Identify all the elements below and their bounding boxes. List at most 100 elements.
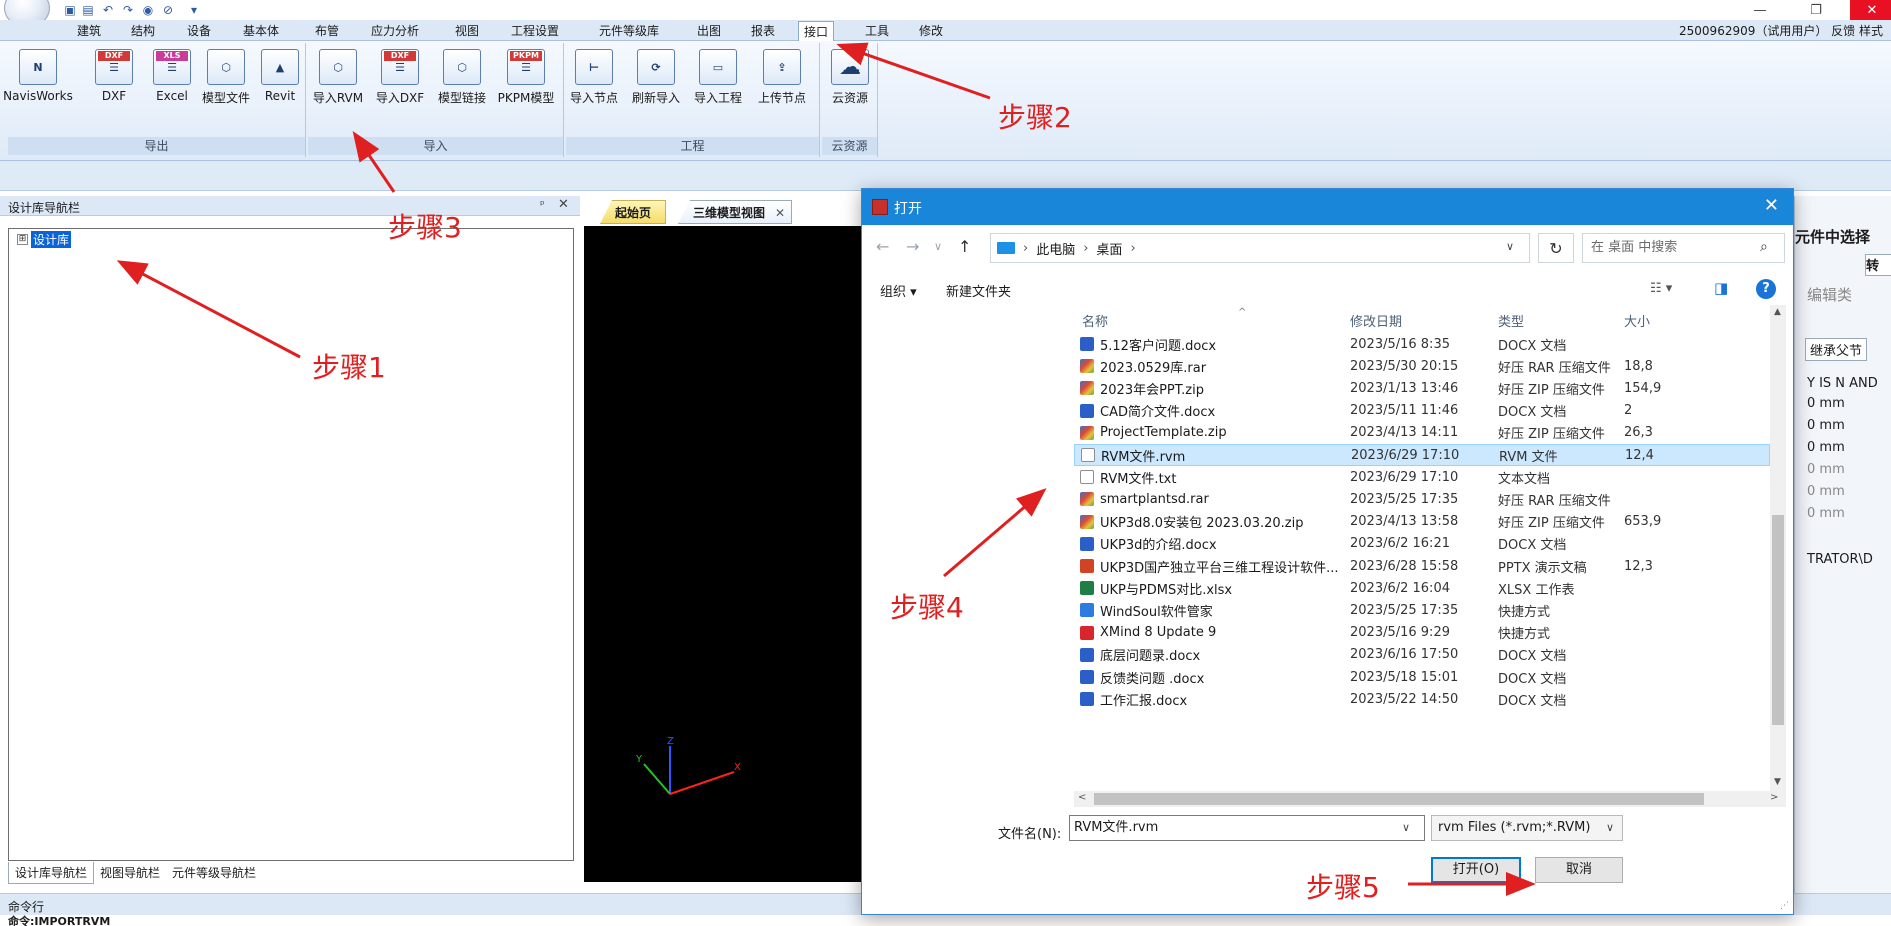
tab-view-nav[interactable]: 视图导航栏	[94, 862, 166, 884]
import-rvm-button[interactable]: ⬡ 导入RVM	[312, 49, 364, 113]
file-row[interactable]: UKP3d8.0安装包 2023.03.20.zip 2023/4/13 13:5…	[1074, 511, 1770, 533]
file-name-cell[interactable]: smartplantsd.rar	[1080, 492, 1209, 507]
file-name-cell[interactable]: 工作汇报.docx	[1080, 690, 1187, 709]
file-name-cell[interactable]: ProjectTemplate.zip	[1080, 425, 1227, 440]
tab-reports[interactable]: 报表	[746, 21, 780, 41]
user-account-area[interactable]: 2500962909（试用用户） 反馈 样式	[1679, 22, 1883, 39]
file-type-select[interactable]: rvm Files (*.rvm;*.RVM)	[1431, 815, 1623, 841]
scroll-right-icon[interactable]: >	[1770, 792, 1778, 803]
expand-icon[interactable]: ⊞	[17, 234, 28, 245]
file-name-cell[interactable]: RVM文件.rvm	[1081, 446, 1185, 465]
property-field[interactable]: 0 mm	[1807, 484, 1845, 499]
undo-icon[interactable]: ↶	[100, 2, 116, 17]
forward-icon[interactable]: →	[906, 237, 919, 256]
save-icon[interactable]: ▣	[62, 2, 78, 17]
file-row[interactable]: UKP与PDMS对比.xlsx 2023/6/2 16:04 XLSX 工作表	[1074, 577, 1770, 599]
show-icon[interactable]: ◉	[140, 2, 156, 17]
file-name-cell[interactable]: 底层问题录.docx	[1080, 645, 1200, 664]
upload-node-button[interactable]: ⇪ 上传节点	[756, 49, 808, 113]
new-folder-button[interactable]: 新建文件夹	[946, 281, 1011, 300]
close-icon[interactable]: ✕	[558, 197, 569, 212]
export-revit-button[interactable]: ▲ Revit	[254, 49, 306, 113]
file-name-cell[interactable]: UKP与PDMS对比.xlsx	[1080, 579, 1232, 598]
file-row[interactable]: 底层问题录.docx 2023/6/16 17:50 DOCX 文档	[1074, 644, 1770, 666]
file-name-cell[interactable]: WindSoul软件管家	[1080, 601, 1213, 620]
search-icon[interactable]: ⌕	[1760, 239, 1768, 255]
property-field[interactable]: Y IS N AND	[1807, 376, 1878, 391]
file-name-cell[interactable]: 反馈类问题 .docx	[1080, 668, 1204, 687]
quick-access-dropdown-icon[interactable]: ▾	[186, 2, 202, 17]
address-bar[interactable]: › 此电脑 › 桌面 ›	[990, 233, 1530, 263]
hide-icon[interactable]: ⊘	[160, 2, 176, 17]
scrollbar-thumb[interactable]	[1094, 793, 1704, 805]
column-header-size[interactable]: 大小	[1624, 311, 1650, 330]
scrollbar-thumb[interactable]	[1772, 515, 1784, 725]
filename-input[interactable]: RVM文件.rvm	[1069, 815, 1425, 841]
file-list[interactable]: 名称 ^ 修改日期 类型 大小 5.12客户问题.docx 2023/5/16 8…	[1074, 305, 1770, 807]
close-icon[interactable]: ✕	[775, 201, 785, 224]
file-name-cell[interactable]: RVM文件.txt	[1080, 468, 1176, 487]
file-row[interactable]: CAD简介文件.docx 2023/5/11 11:46 DOCX 文档 2	[1074, 400, 1770, 422]
property-field[interactable]: TRATOR\D	[1807, 552, 1873, 567]
file-name-cell[interactable]: UKP3D国产独立平台三维工程设计软件...	[1080, 557, 1339, 576]
scroll-up-icon[interactable]: ▲	[1774, 307, 1781, 317]
search-input[interactable]: 在 桌面 中搜索	[1582, 233, 1785, 263]
refresh-import-button[interactable]: ⟳ 刷新导入	[630, 49, 682, 113]
tree-node-design-library[interactable]: ⊞ 设计库	[17, 231, 72, 248]
property-field[interactable]: 0 mm	[1807, 396, 1845, 411]
export-dxf-button[interactable]: DXF ☰ DXF	[88, 49, 140, 113]
tab-project-settings[interactable]: 工程设置	[506, 21, 564, 41]
export-model-file-button[interactable]: ⬡ 模型文件	[200, 49, 252, 113]
chevron-down-icon[interactable]: ∨	[1402, 821, 1410, 834]
resize-grip-icon[interactable]: ⋰	[1780, 901, 1789, 911]
refresh-button[interactable]: ↻	[1538, 233, 1574, 263]
3d-model-viewport[interactable]: X Y Z	[584, 226, 870, 882]
tab-piping[interactable]: 布管	[310, 21, 344, 41]
model-link-button[interactable]: ⬡ 模型链接	[436, 49, 488, 113]
column-header-date[interactable]: 修改日期	[1350, 311, 1402, 330]
redo-icon[interactable]: ↷	[120, 2, 136, 17]
window-close-button[interactable]: ✕	[1850, 0, 1891, 20]
property-field[interactable]: 0 mm	[1807, 462, 1845, 477]
pin-icon[interactable]: ᵖ	[540, 198, 545, 211]
command-line-input[interactable]: 命令:IMPORTRVM	[8, 915, 1891, 926]
file-row[interactable]: 2023.0529库.rar 2023/5/30 20:15 好压 RAR 压缩文件…	[1074, 355, 1770, 377]
view-options-icon[interactable]: ☷ ▾	[1650, 281, 1672, 296]
tab-component-grade-nav[interactable]: 元件等级导航栏	[166, 862, 262, 884]
file-row[interactable]: 2023年会PPT.zip 2023/1/13 13:46 好压 ZIP 压缩文件 1…	[1074, 377, 1770, 399]
file-row[interactable]: RVM文件.rvm 2023/6/29 17:10 RVM 文件 12,4	[1074, 444, 1770, 466]
import-project-button[interactable]: ▭ 导入工程	[692, 49, 744, 113]
scroll-down-icon[interactable]: ▼	[1774, 777, 1781, 787]
tab-architecture[interactable]: 建筑	[72, 21, 106, 41]
file-name-cell[interactable]: UKP3d8.0安装包 2023.03.20.zip	[1080, 512, 1303, 531]
tab-equipment[interactable]: 设备	[182, 21, 216, 41]
file-row[interactable]: WindSoul软件管家 2023/5/25 17:35 快捷方式	[1074, 599, 1770, 621]
property-field[interactable]: 0 mm	[1807, 418, 1845, 433]
scroll-left-icon[interactable]: <	[1078, 792, 1086, 803]
tab-tools[interactable]: 工具	[860, 21, 894, 41]
property-field[interactable]: 0 mm	[1807, 506, 1845, 521]
file-name-cell[interactable]: 2023.0529库.rar	[1080, 357, 1206, 376]
import-dxf-button[interactable]: DXF ☰ 导入DXF	[374, 49, 426, 113]
export-excel-button[interactable]: XLS ☰ Excel	[146, 49, 198, 113]
preview-pane-icon[interactable]: ◨	[1714, 279, 1728, 297]
chevron-down-icon[interactable]: ∨	[1606, 821, 1614, 834]
organize-menu[interactable]: 组织 ▾	[880, 281, 917, 300]
open-button[interactable]: 打开(O)	[1431, 857, 1521, 883]
pkpm-model-button[interactable]: PKPM ☰ PKPM模型	[498, 49, 554, 113]
column-header-type[interactable]: 类型	[1498, 311, 1524, 330]
export-navisworks-button[interactable]: N NavisWorks	[3, 49, 73, 113]
file-name-cell[interactable]: XMind 8 Update 9	[1080, 625, 1216, 640]
minimize-button[interactable]: —	[1738, 0, 1782, 20]
tab-modify[interactable]: 修改	[914, 21, 948, 41]
tab-view[interactable]: 视图	[450, 21, 484, 41]
file-row[interactable]: XMind 8 Update 9 2023/5/16 9:29 快捷方式	[1074, 622, 1770, 644]
tab-3d-model-view[interactable]: 三维模型视图 ✕	[678, 200, 793, 224]
help-icon[interactable]: ?	[1756, 279, 1776, 299]
dialog-close-button[interactable]: ✕	[1764, 195, 1779, 216]
file-name-cell[interactable]: 2023年会PPT.zip	[1080, 379, 1204, 398]
breadcrumb-this-pc[interactable]: 此电脑	[1036, 239, 1075, 258]
up-folder-icon[interactable]: ↑	[958, 237, 971, 256]
file-name-cell[interactable]: UKP3d的介绍.docx	[1080, 534, 1217, 553]
vertical-scrollbar[interactable]: ▲ ▼	[1770, 305, 1786, 791]
